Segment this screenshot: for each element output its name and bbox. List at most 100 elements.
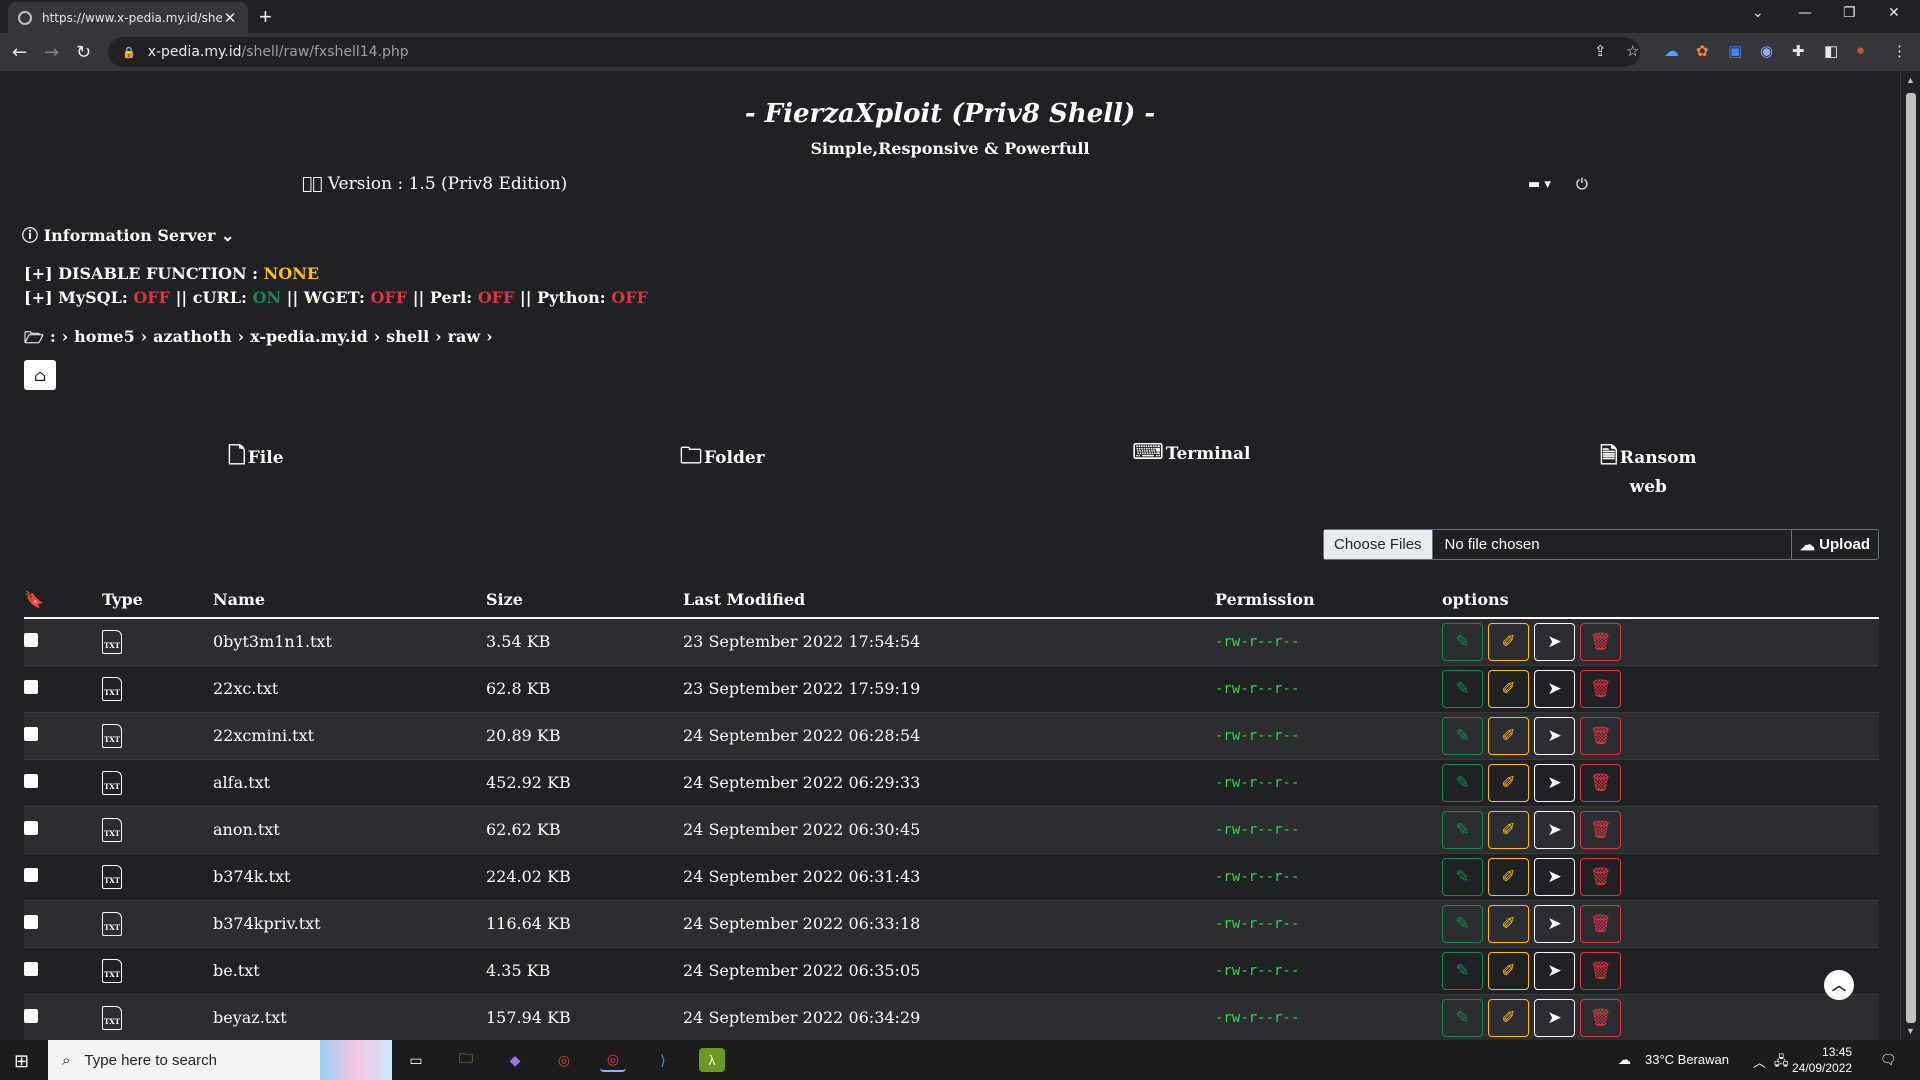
file-name[interactable]: anon.txt	[213, 806, 486, 854]
extension-icon[interactable]: ◉	[1760, 42, 1773, 60]
reload-icon[interactable]: ↻	[76, 42, 91, 63]
battery-dropdown-icon[interactable]: ▬ ▾	[1528, 177, 1551, 192]
file-permission[interactable]: -rw-r--r--	[1215, 759, 1442, 807]
terminal-button[interactable]: ⌨ Terminal	[1132, 439, 1251, 465]
rename-button[interactable]: ✐	[1488, 622, 1529, 661]
xampp-icon[interactable]: λ	[699, 1048, 725, 1072]
avatar[interactable]: ●	[1856, 42, 1865, 59]
scroll-down-icon[interactable]: ▼	[1906, 1026, 1915, 1036]
delete-button[interactable]: 🗑	[1580, 763, 1621, 802]
breadcrumb-item[interactable]: raw	[448, 327, 481, 354]
select-all-header[interactable]: 🔖	[24, 582, 102, 619]
lock-icon[interactable]: 🔒	[122, 46, 136, 59]
row-checkbox[interactable]	[24, 1009, 38, 1023]
power-icon[interactable]: ⏻	[1576, 175, 1588, 193]
file-permission[interactable]: -rw-r--r--	[1215, 712, 1442, 760]
file-explorer-icon[interactable]: 🗀	[453, 1048, 479, 1072]
close-tab-icon[interactable]: ✕	[222, 9, 238, 27]
visual-studio-icon[interactable]: ◆	[502, 1048, 528, 1072]
edit-button[interactable]: ✎	[1442, 904, 1483, 943]
tab-search-icon[interactable]: ⌄	[1752, 5, 1764, 21]
translate-extension-icon[interactable]: ▣	[1728, 42, 1742, 60]
file-permission[interactable]: -rw-r--r--	[1215, 947, 1442, 995]
file-permission[interactable]: -rw-r--r--	[1215, 853, 1442, 901]
back-icon[interactable]: ←	[12, 42, 27, 63]
delete-button[interactable]: 🗑	[1580, 998, 1621, 1037]
chrome-active-icon[interactable]: ◎	[600, 1048, 626, 1072]
new-tab-icon[interactable]: +	[259, 4, 272, 30]
notifications-icon[interactable]: 🗨	[1880, 1052, 1897, 1068]
edit-button[interactable]: ✎	[1442, 857, 1483, 896]
rename-button[interactable]: ✐	[1488, 810, 1529, 849]
menu-icon[interactable]: ⋮	[1892, 42, 1907, 60]
download-button[interactable]: ➤	[1534, 810, 1575, 849]
edit-button[interactable]: ✎	[1442, 951, 1483, 990]
vscode-icon[interactable]: ⟩	[650, 1048, 676, 1072]
download-button[interactable]: ➤	[1534, 716, 1575, 755]
row-checkbox[interactable]	[24, 774, 38, 788]
windows-start-icon[interactable]: ⊞	[14, 1051, 29, 1072]
restore-icon[interactable]: ❐	[1843, 5, 1856, 21]
edit-button[interactable]: ✎	[1442, 669, 1483, 708]
download-button[interactable]: ➤	[1534, 857, 1575, 896]
edit-button[interactable]: ✎	[1442, 716, 1483, 755]
address-bar[interactable]: 🔒 x-pedia.my.id /shell/raw/fxshell14.php	[108, 37, 1640, 67]
breadcrumb-item[interactable]: x-pedia.my.id	[250, 327, 368, 354]
information-server-toggle[interactable]: ⓘ Information Server ⌄	[22, 222, 234, 246]
file-permission[interactable]: -rw-r--r--	[1215, 900, 1442, 948]
cookie-extension-icon[interactable]: ✿	[1696, 42, 1709, 60]
edit-button[interactable]: ✎	[1442, 763, 1483, 802]
rename-button[interactable]: ✐	[1488, 716, 1529, 755]
row-checkbox[interactable]	[24, 821, 38, 835]
file-name[interactable]: 0byt3m1n1.txt	[213, 618, 486, 666]
file-permission[interactable]: -rw-r--r--	[1215, 994, 1442, 1040]
download-button[interactable]: ➤	[1534, 669, 1575, 708]
edit-button[interactable]: ✎	[1442, 810, 1483, 849]
delete-button[interactable]: 🗑	[1580, 669, 1621, 708]
delete-button[interactable]: 🗑	[1580, 622, 1621, 661]
file-permission[interactable]: -rw-r--r--	[1215, 665, 1442, 713]
row-checkbox[interactable]	[24, 915, 38, 929]
delete-button[interactable]: 🗑	[1580, 904, 1621, 943]
extensions-puzzle-icon[interactable]: ✚	[1792, 42, 1805, 60]
task-view-icon[interactable]: ▭	[403, 1048, 429, 1072]
rename-button[interactable]: ✐	[1488, 669, 1529, 708]
edit-button[interactable]: ✎	[1442, 622, 1483, 661]
row-checkbox[interactable]	[24, 680, 38, 694]
upload-button[interactable]: ☁ Upload	[1790, 530, 1878, 559]
file-permission[interactable]: -rw-r--r--	[1215, 806, 1442, 854]
page-scrollbar[interactable]: ▲ ▼	[1900, 71, 1920, 1040]
breadcrumb-item[interactable]: shell	[386, 327, 429, 354]
rename-button[interactable]: ✐	[1488, 951, 1529, 990]
delete-button[interactable]: 🗑	[1580, 857, 1621, 896]
weather-text[interactable]: 33°C Berawan	[1645, 1052, 1729, 1067]
delete-button[interactable]: 🗑	[1580, 810, 1621, 849]
download-button[interactable]: ➤	[1534, 622, 1575, 661]
new-folder-button[interactable]: 🗀 Folder	[680, 439, 765, 477]
chrome-icon[interactable]: ◎	[551, 1048, 577, 1072]
bookmark-star-icon[interactable]: ☆	[1626, 42, 1639, 60]
choose-files-button[interactable]: Choose Files	[1324, 530, 1433, 559]
window-close-icon[interactable]: ✕	[1888, 5, 1900, 21]
rename-button[interactable]: ✐	[1488, 998, 1529, 1037]
side-panel-icon[interactable]: ◧	[1824, 42, 1838, 60]
scroll-to-top-button[interactable]: ︿	[1824, 970, 1854, 1000]
clock[interactable]: 13:45 24/09/2022	[1792, 1044, 1852, 1076]
cloud-extension-icon[interactable]: ☁	[1664, 42, 1679, 60]
share-icon[interactable]: ⇪	[1594, 42, 1607, 60]
breadcrumb-item[interactable]: azathoth	[153, 327, 232, 354]
file-name[interactable]: be.txt	[213, 947, 486, 995]
weather-icon[interactable]: ☁	[1618, 1052, 1631, 1068]
row-checkbox[interactable]	[24, 962, 38, 976]
scrollbar-thumb[interactable]	[1906, 93, 1916, 1023]
file-name[interactable]: b374k.txt	[213, 853, 486, 901]
network-icon[interactable]: 🖧	[1774, 1052, 1789, 1074]
delete-button[interactable]: 🗑	[1580, 951, 1621, 990]
edit-button[interactable]: ✎	[1442, 998, 1483, 1037]
ransom-web-button[interactable]: 🗎 Ransom web	[1600, 439, 1697, 497]
download-button[interactable]: ➤	[1534, 904, 1575, 943]
tray-chevron-icon[interactable]: ︿	[1753, 1052, 1766, 1071]
new-file-button[interactable]: 🗋 File	[228, 439, 284, 477]
browser-tab[interactable]: https://www.x-pedia.my.id/shell/ ✕	[8, 2, 248, 33]
rename-button[interactable]: ✐	[1488, 904, 1529, 943]
